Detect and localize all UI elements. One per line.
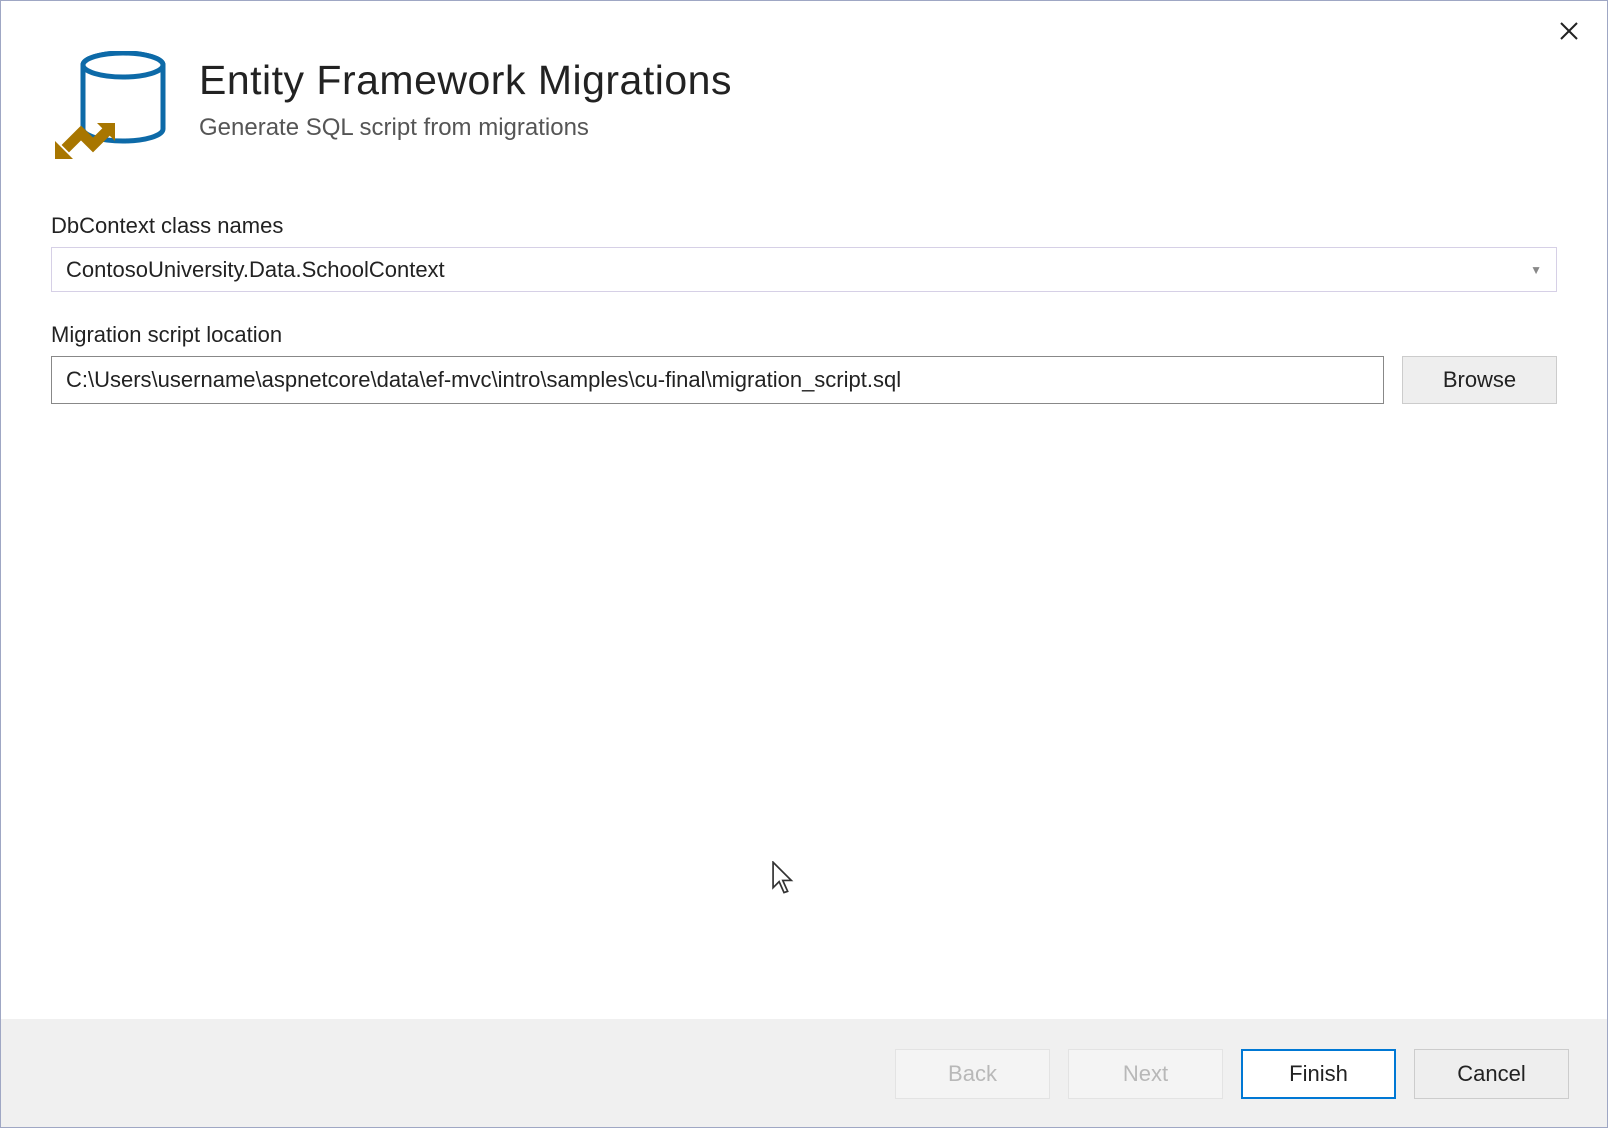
location-field-group: Migration script location Browse bbox=[51, 322, 1557, 404]
finish-button[interactable]: Finish bbox=[1241, 1049, 1396, 1099]
header-text: Entity Framework Migrations Generate SQL… bbox=[199, 51, 732, 142]
dbcontext-field-group: DbContext class names ContosoUniversity.… bbox=[51, 213, 1557, 292]
dialog-body: DbContext class names ContosoUniversity.… bbox=[1, 183, 1607, 1019]
close-icon bbox=[1559, 21, 1579, 46]
dialog-footer: Back Next Finish Cancel bbox=[1, 1019, 1607, 1127]
dialog-title: Entity Framework Migrations bbox=[199, 57, 732, 104]
dbcontext-value: ContosoUniversity.Data.SchoolContext bbox=[66, 257, 445, 283]
close-button[interactable] bbox=[1555, 19, 1583, 47]
migrations-dialog: Entity Framework Migrations Generate SQL… bbox=[0, 0, 1608, 1128]
database-migration-icon bbox=[51, 51, 171, 171]
next-button: Next bbox=[1068, 1049, 1223, 1099]
cancel-button[interactable]: Cancel bbox=[1414, 1049, 1569, 1099]
dbcontext-label: DbContext class names bbox=[51, 213, 1557, 239]
dialog-header: Entity Framework Migrations Generate SQL… bbox=[1, 1, 1607, 183]
dialog-subtitle: Generate SQL script from migrations bbox=[199, 114, 732, 142]
browse-button[interactable]: Browse bbox=[1402, 356, 1557, 404]
chevron-down-icon: ▼ bbox=[1530, 263, 1542, 277]
location-input[interactable] bbox=[51, 356, 1384, 404]
location-label: Migration script location bbox=[51, 322, 1557, 348]
location-row: Browse bbox=[51, 356, 1557, 404]
back-button: Back bbox=[895, 1049, 1050, 1099]
dbcontext-dropdown[interactable]: ContosoUniversity.Data.SchoolContext ▼ bbox=[51, 247, 1557, 292]
